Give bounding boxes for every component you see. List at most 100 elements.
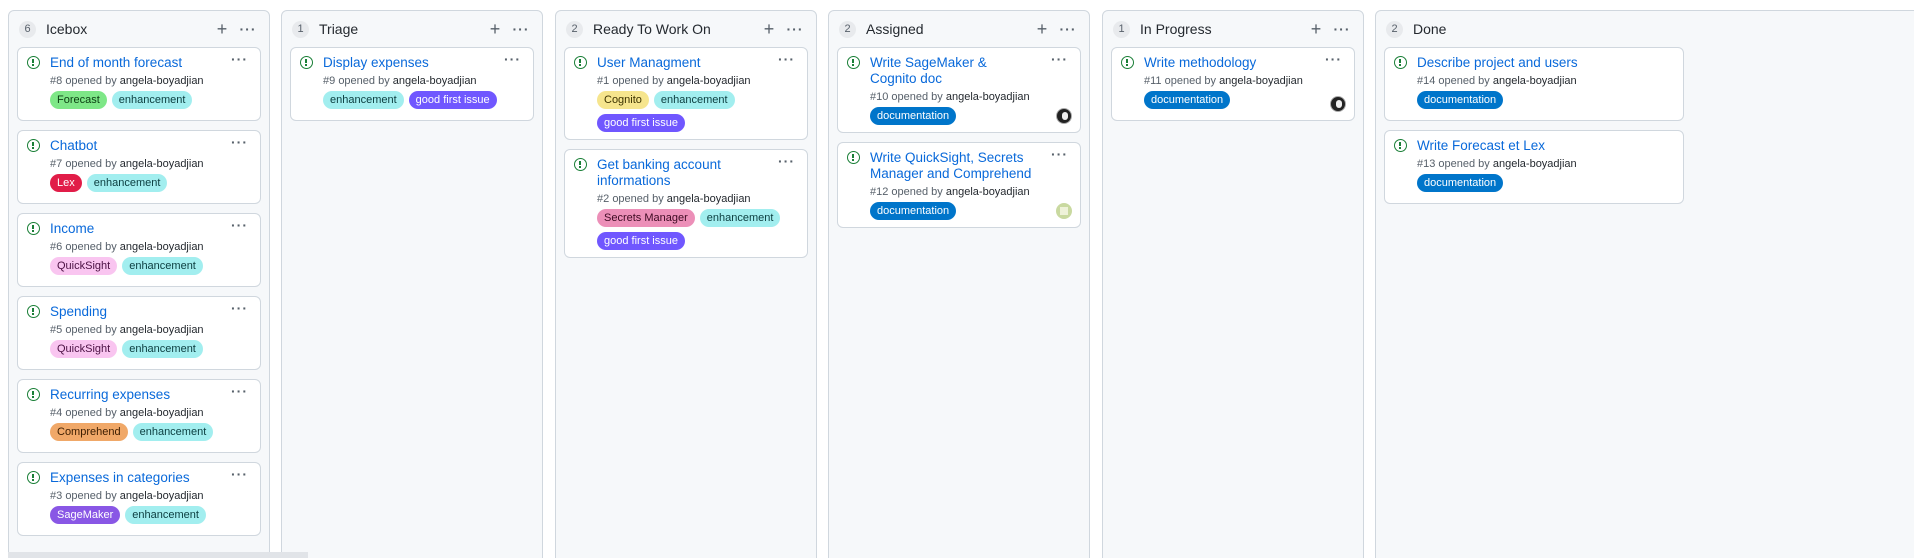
issue-title-link[interactable]: Chatbot bbox=[50, 138, 250, 154]
issue-card[interactable]: Income #6 opened by angela-boyadjian Quick… bbox=[17, 213, 261, 287]
kebab-menu-icon[interactable]: ··· bbox=[237, 18, 259, 40]
assignee-avatar[interactable] bbox=[1056, 108, 1072, 124]
plus-icon[interactable]: + bbox=[1305, 18, 1327, 40]
kebab-menu-icon[interactable]: ··· bbox=[510, 18, 532, 40]
issue-number: #10 bbox=[870, 91, 889, 103]
issue-card[interactable]: Write SageMaker & Cognito doc #10 opened … bbox=[837, 47, 1081, 133]
issue-label[interactable]: SageMaker bbox=[50, 506, 121, 524]
plus-icon[interactable]: + bbox=[484, 18, 506, 40]
author-link[interactable]: angela-boyadjian bbox=[946, 186, 1030, 198]
issue-label[interactable]: enhancement bbox=[323, 91, 404, 109]
issue-card[interactable]: Describe project and users #14 opened by … bbox=[1384, 47, 1684, 121]
author-link[interactable]: angela-boyadjian bbox=[946, 91, 1030, 103]
author-link[interactable]: angela-boyadjian bbox=[120, 324, 204, 336]
issue-card[interactable]: Get banking account informations #2 opene… bbox=[564, 149, 808, 258]
issue-title-link[interactable]: End of month forecast bbox=[50, 55, 250, 71]
issue-label[interactable]: good first issue bbox=[597, 232, 685, 250]
issue-title-link[interactable]: Income bbox=[50, 221, 250, 237]
open-issue-icon bbox=[27, 388, 40, 401]
author-link[interactable]: angela-boyadjian bbox=[120, 407, 204, 419]
horizontal-scrollbar[interactable] bbox=[8, 552, 308, 558]
issue-card[interactable]: Recurring expenses #4 opened by angela-bo… bbox=[17, 379, 261, 453]
kebab-menu-icon[interactable]: ··· bbox=[1051, 146, 1068, 162]
issue-title-link[interactable]: Describe project and users bbox=[1417, 55, 1673, 71]
assignee-avatar[interactable] bbox=[1056, 203, 1072, 219]
issue-label[interactable]: enhancement bbox=[122, 257, 203, 275]
author-link[interactable]: angela-boyadjian bbox=[120, 241, 204, 253]
issue-label[interactable]: Comprehend bbox=[50, 423, 128, 441]
kebab-menu-icon[interactable]: ··· bbox=[1325, 51, 1342, 67]
issue-label[interactable]: QuickSight bbox=[50, 257, 118, 275]
issue-card[interactable]: Write methodology #11 opened by angela-bo… bbox=[1111, 47, 1355, 121]
issue-label[interactable]: enhancement bbox=[699, 209, 781, 227]
issue-label[interactable]: documentation bbox=[1144, 91, 1231, 109]
issue-label[interactable]: enhancement bbox=[86, 174, 168, 192]
issue-card[interactable]: Chatbot #7 opened by angela-boyadjian Lex e… bbox=[17, 130, 261, 204]
issue-label[interactable]: documentation bbox=[870, 202, 957, 220]
kebab-menu-icon[interactable]: ··· bbox=[231, 300, 248, 316]
issue-label[interactable]: documentation bbox=[1417, 91, 1504, 109]
label-list: enhancement good first issue bbox=[323, 91, 523, 109]
kebab-menu-icon[interactable]: ··· bbox=[504, 51, 521, 67]
kebab-menu-icon[interactable]: ··· bbox=[778, 153, 795, 169]
issue-title-link[interactable]: User Managment bbox=[597, 55, 797, 71]
kebab-menu-icon[interactable]: ··· bbox=[231, 51, 248, 67]
issue-title-link[interactable]: Spending bbox=[50, 304, 250, 320]
issue-label[interactable]: enhancement bbox=[132, 423, 214, 441]
author-link[interactable]: angela-boyadjian bbox=[393, 75, 477, 87]
issue-label[interactable]: enhancement bbox=[653, 91, 735, 109]
author-link[interactable]: angela-boyadjian bbox=[1219, 75, 1303, 87]
issue-card[interactable]: Write Forecast et Lex #13 opened by angel… bbox=[1384, 130, 1684, 204]
kebab-menu-icon[interactable]: ··· bbox=[231, 217, 248, 233]
kebab-menu-icon[interactable]: ··· bbox=[1051, 51, 1068, 67]
issue-title-link[interactable]: Expenses in categories bbox=[50, 470, 250, 486]
author-link[interactable]: angela-boyadjian bbox=[1493, 75, 1577, 87]
issue-label[interactable]: Forecast bbox=[50, 91, 107, 109]
issue-label[interactable]: enhancement bbox=[111, 91, 193, 109]
plus-icon[interactable]: + bbox=[211, 18, 233, 40]
issue-title-link[interactable]: Write QuickSight, Secrets Manager and Co… bbox=[870, 150, 1070, 182]
assignee-avatar[interactable] bbox=[1330, 96, 1346, 112]
issue-title-link[interactable]: Write Forecast et Lex bbox=[1417, 138, 1673, 154]
author-link[interactable]: angela-boyadjian bbox=[1493, 158, 1577, 170]
issue-card[interactable]: Spending #5 opened by angela-boyadjian Qui… bbox=[17, 296, 261, 370]
label-list: documentation bbox=[1417, 174, 1673, 192]
issue-card[interactable]: End of month forecast #8 opened by angela… bbox=[17, 47, 261, 121]
opened-by-text: opened by bbox=[1164, 75, 1216, 87]
plus-icon[interactable]: + bbox=[758, 18, 780, 40]
kebab-menu-icon[interactable]: ··· bbox=[231, 134, 248, 150]
opened-by-text: opened by bbox=[65, 75, 117, 87]
kebab-menu-icon[interactable]: ··· bbox=[1331, 18, 1353, 40]
open-issue-icon bbox=[300, 56, 313, 69]
issue-label[interactable]: good first issue bbox=[408, 91, 497, 109]
issue-label[interactable]: documentation bbox=[1417, 174, 1504, 192]
issue-title-link[interactable]: Get banking account informations bbox=[597, 157, 797, 189]
issue-card[interactable]: Write QuickSight, Secrets Manager and Co… bbox=[837, 142, 1081, 228]
author-link[interactable]: angela-boyadjian bbox=[120, 490, 204, 502]
issue-label[interactable]: enhancement bbox=[125, 506, 206, 524]
issue-title-link[interactable]: Write methodology bbox=[1144, 55, 1344, 71]
plus-icon[interactable]: + bbox=[1031, 18, 1053, 40]
kebab-menu-icon[interactable]: ··· bbox=[784, 18, 806, 40]
issue-label[interactable]: QuickSight bbox=[50, 340, 118, 358]
issue-title-link[interactable]: Write SageMaker & Cognito doc bbox=[870, 55, 1070, 87]
kebab-menu-icon[interactable]: ··· bbox=[1057, 18, 1079, 40]
kebab-menu-icon[interactable]: ··· bbox=[231, 383, 248, 399]
author-link[interactable]: angela-boyadjian bbox=[120, 158, 204, 170]
issue-title-link[interactable]: Recurring expenses bbox=[50, 387, 250, 403]
issue-label[interactable]: good first issue bbox=[597, 114, 685, 132]
issue-label[interactable]: enhancement bbox=[122, 340, 203, 358]
kebab-menu-icon[interactable]: ··· bbox=[778, 51, 795, 67]
author-link[interactable]: angela-boyadjian bbox=[667, 193, 751, 205]
issue-label[interactable]: documentation bbox=[870, 107, 957, 125]
issue-label[interactable]: Cognito bbox=[597, 91, 649, 109]
issue-card[interactable]: Display expenses #9 opened by angela-boya… bbox=[290, 47, 534, 121]
author-link[interactable]: angela-boyadjian bbox=[667, 75, 751, 87]
issue-card[interactable]: User Managment #1 opened by angela-boyadj… bbox=[564, 47, 808, 140]
kebab-menu-icon[interactable]: ··· bbox=[231, 466, 248, 482]
author-link[interactable]: angela-boyadjian bbox=[120, 75, 204, 87]
issue-label[interactable]: Lex bbox=[50, 174, 82, 192]
issue-label[interactable]: Secrets Manager bbox=[597, 209, 695, 227]
issue-card[interactable]: Expenses in categories #3 opened by angel… bbox=[17, 462, 261, 536]
issue-title-link[interactable]: Display expenses bbox=[323, 55, 523, 71]
